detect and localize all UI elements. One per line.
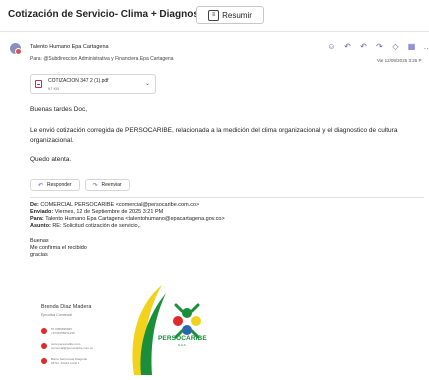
more-icon[interactable]: … [423,42,429,51]
summarize-button[interactable]: ≡ Resumir [196,6,264,24]
signature-web: www.persocaribe.com comercial@persocarib… [41,342,94,350]
persocaribe-logo-graphic [132,285,201,375]
pdf-icon [35,80,42,88]
app-icon[interactable]: ◇ [391,42,400,51]
reply-actions: ↶ Responder ↷ Reenviar [30,179,130,191]
header-divider [0,31,429,32]
attachment-size: 97 KB [48,86,59,91]
forward-label: Reenviar [101,182,122,188]
signature-role: Ejecutiva Comercial [41,313,72,317]
brand-sub: S.A.S [178,343,186,347]
quoted-line: Me confirma el recibido [30,245,87,251]
quoted-sent-label: Enviado: [30,209,54,215]
body-greeting: Buenas tardes Doc, [30,106,88,113]
message-date: Vie 12/09/2025 3:26 P [377,58,422,63]
signature-name: Brenda Diaz Madera [41,304,92,310]
signature-web-text: www.persocaribe.com comercial@persocarib… [51,342,94,350]
signature-phone-text: 57 6056836665 +57301559T1235 [51,327,75,335]
reply-all-icon[interactable]: ↶ [359,42,368,51]
quoted-to-value: Talento Humano Epa Cartagena <talentohum… [45,216,225,222]
quoted-sent: Enviado: Viernes, 12 de Septiembre de 20… [30,209,163,215]
quoted-line: Buenas [30,238,49,244]
reply-arrow-icon: ↶ [38,182,44,189]
quoted-subject: Asunto: RE: Solicitud cotización de serv… [30,223,141,229]
quoted-to: Para: Talento Humano Epa Cartagena <tale… [30,216,225,222]
message-actions: ☺ ↶ ↶ ↷ ◇ ▦ … [327,42,429,51]
quoted-line: gracias [30,252,48,258]
grid-icon[interactable]: ▦ [407,42,416,51]
sender-name[interactable]: Talento Humano Epa Cartagena [30,44,109,50]
quoted-from: De: COMERCIAL PERSOCARIBE <comercial@per… [30,202,199,208]
attachment-name: COTIZACION 347 2 (1).pdf [48,78,109,84]
summarize-label: Resumir [222,10,252,20]
attachment-card[interactable]: COTIZACION 347 2 (1).pdf 97 KB ⌄ [30,74,156,94]
reply-button[interactable]: ↶ Responder [30,179,80,191]
chevron-down-icon[interactable]: ⌄ [145,80,150,87]
forward-button[interactable]: ↷ Reenviar [84,179,130,191]
quoted-subject-value: RE: Solicitud cotización de servicio,. [52,223,141,229]
avatar[interactable] [10,43,22,55]
email-subject: Cotización de Servicio- Clima + Diagnost… [8,9,217,20]
quoted-sent-value: Viernes, 12 de Septiembre de 2025 3:21 P… [54,209,164,215]
quoted-subject-label: Asunto: [30,223,51,229]
body-closing: Quedo atenta. [30,156,72,163]
globe-icon [41,343,47,349]
quoted-from-label: De: [30,202,39,208]
forward-arrow-icon: ↷ [92,182,98,189]
brand-name: PERSOCARIBE [158,335,207,342]
emoji-icon[interactable]: ☺ [327,42,336,51]
quoted-divider [30,197,424,198]
location-icon [41,358,47,364]
reply-icon[interactable]: ↶ [343,42,352,51]
forward-icon[interactable]: ↷ [375,42,384,51]
quoted-to-label: Para: [30,216,44,222]
phone-icon [41,328,47,334]
signature-address: Barrio Serrezuela Diagonal 28 No. 32a14 … [41,357,91,365]
reply-label: Responder [47,182,72,188]
summary-icon: ≡ [208,9,220,21]
signature-address-text: Barrio Serrezuela Diagonal 28 No. 32a14 … [51,357,88,365]
persocaribe-logo [114,275,224,380]
signature-phone: 57 6056836665 +57301559T1235 [41,327,91,335]
body-paragraph: Le envió cotización corregida de PERSOCA… [30,127,398,144]
quoted-from-value: COMERCIAL PERSOCARIBE <comercial@persoca… [40,202,200,208]
recipient-line: Para: @Subdireccion Administrativa y Fin… [30,56,174,62]
